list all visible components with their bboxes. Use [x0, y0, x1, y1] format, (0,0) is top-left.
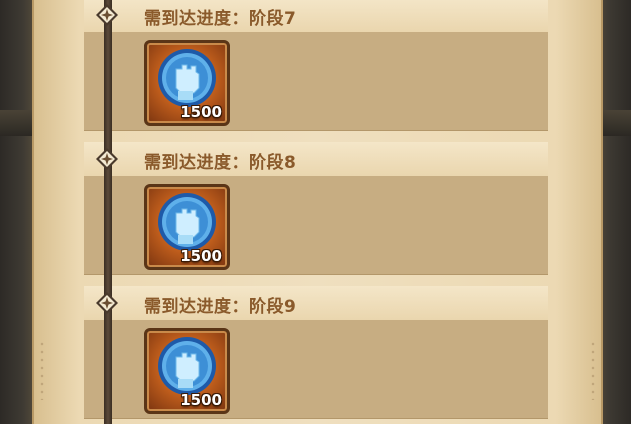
stage-title: 需到达进度：阶段7 [144, 9, 297, 29]
stage-header: 需到达进度：阶段8 [84, 142, 548, 177]
stage-reward-row: 1500 [84, 176, 548, 275]
fist-coin-icon [158, 193, 216, 251]
diamond-marker-icon [96, 148, 118, 170]
reward-amount: 1500 [180, 103, 222, 121]
diamond-marker-icon [96, 4, 118, 26]
reward-item[interactable]: 1500 [144, 184, 230, 270]
stage-header: 需到达进度：阶段7 [84, 0, 548, 33]
reward-amount: 1500 [180, 247, 222, 265]
panel-edge-decoration [591, 340, 595, 400]
reward-item[interactable]: 1500 [144, 40, 230, 126]
stage-title: 需到达进度：阶段8 [144, 153, 297, 173]
fist-coin-icon [158, 337, 216, 395]
timeline-line [104, 0, 112, 424]
stage-reward-row: 1500 [84, 320, 548, 419]
stage-title: 需到达进度：阶段9 [144, 297, 297, 317]
stage-header: 需到达进度：阶段9 [84, 286, 548, 321]
stage-reward-row: 1500 [84, 32, 548, 131]
reward-item[interactable]: 1500 [144, 328, 230, 414]
diamond-marker-icon [96, 292, 118, 314]
panel-edge-decoration [40, 340, 44, 400]
reward-amount: 1500 [180, 391, 222, 409]
fist-coin-icon [158, 49, 216, 107]
